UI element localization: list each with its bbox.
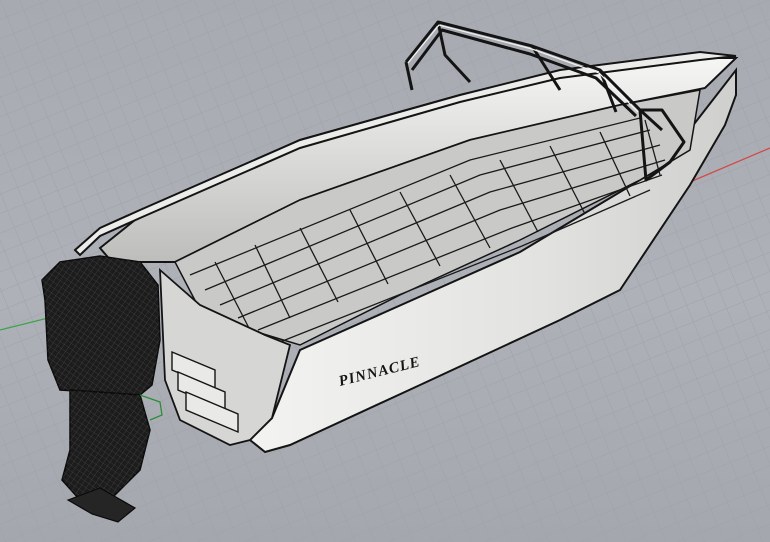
rhino-3d-viewport[interactable]: PINNACLE	[0, 0, 770, 542]
viewport-canvas[interactable]: PINNACLE	[0, 0, 770, 542]
